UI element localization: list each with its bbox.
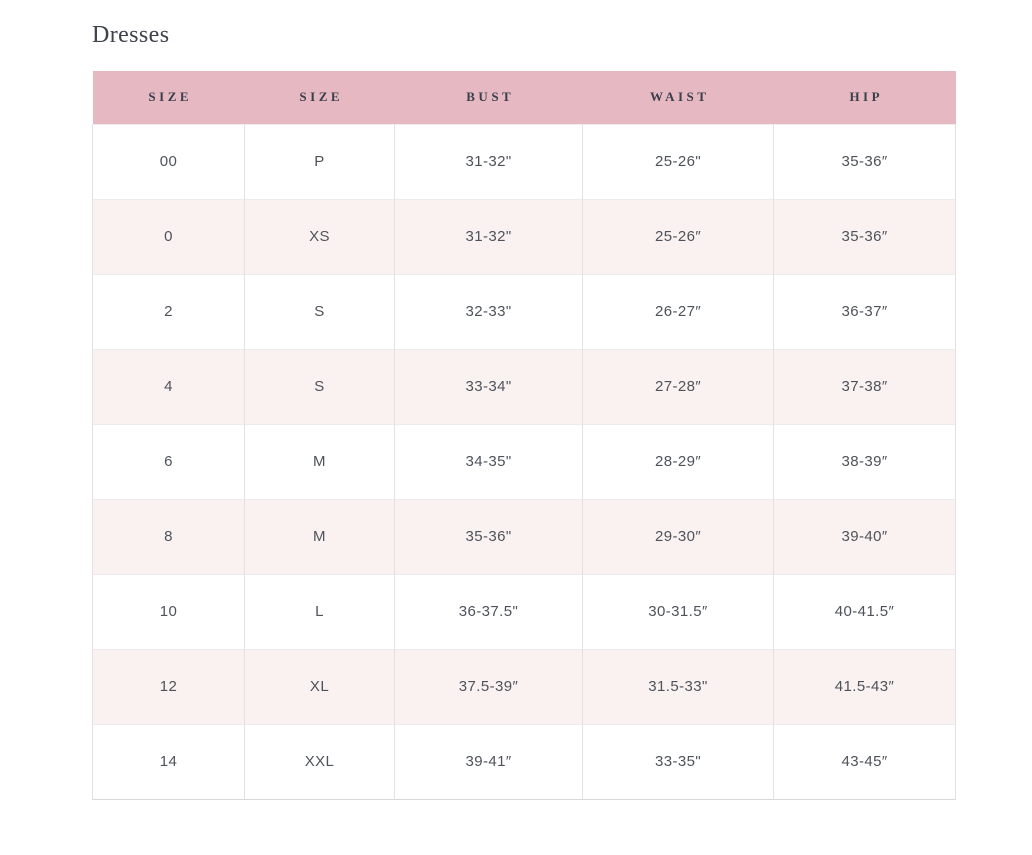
cell-hip: 40-41.5″ — [774, 574, 956, 649]
cell-waist: 31.5-33" — [583, 649, 774, 724]
table-row: 0 XS 31-32" 25-26″ 35-36″ — [93, 199, 956, 274]
table-row: 12 XL 37.5-39″ 31.5-33" 41.5-43″ — [93, 649, 956, 724]
cell-bust: 31-32" — [395, 124, 583, 199]
cell-bust: 33-34" — [395, 349, 583, 424]
cell-bust: 37.5-39″ — [395, 649, 583, 724]
table-header-row: SIZE SIZE BUST WAIST HIP — [93, 71, 956, 124]
cell-size-letter: XL — [245, 649, 395, 724]
column-header-hip: HIP — [774, 71, 956, 124]
cell-size-numeric: 0 — [93, 199, 245, 274]
table-row: 6 M 34-35" 28-29″ 38-39″ — [93, 424, 956, 499]
cell-waist: 26-27″ — [583, 274, 774, 349]
cell-size-numeric: 4 — [93, 349, 245, 424]
cell-size-letter: XS — [245, 199, 395, 274]
cell-bust: 39-41″ — [395, 724, 583, 799]
table-row: 00 P 31-32" 25-26" 35-36″ — [93, 124, 956, 199]
cell-size-letter: S — [245, 349, 395, 424]
cell-waist: 30-31.5″ — [583, 574, 774, 649]
cell-size-numeric: 10 — [93, 574, 245, 649]
cell-size-letter: M — [245, 499, 395, 574]
page-title: Dresses — [92, 20, 955, 50]
cell-size-numeric: 14 — [93, 724, 245, 799]
cell-hip: 35-36″ — [774, 199, 956, 274]
cell-size-numeric: 12 — [93, 649, 245, 724]
cell-waist: 28-29″ — [583, 424, 774, 499]
cell-hip: 39-40″ — [774, 499, 956, 574]
cell-size-letter: S — [245, 274, 395, 349]
column-header-waist: WAIST — [583, 71, 774, 124]
cell-bust: 32-33" — [395, 274, 583, 349]
cell-waist: 27-28″ — [583, 349, 774, 424]
cell-waist: 25-26" — [583, 124, 774, 199]
cell-waist: 25-26″ — [583, 199, 774, 274]
cell-waist: 29-30″ — [583, 499, 774, 574]
table-row: 8 M 35-36" 29-30″ 39-40″ — [93, 499, 956, 574]
cell-size-letter: L — [245, 574, 395, 649]
cell-size-numeric: 6 — [93, 424, 245, 499]
table-row: 4 S 33-34" 27-28″ 37-38″ — [93, 349, 956, 424]
cell-hip: 41.5-43″ — [774, 649, 956, 724]
column-header-size-letter: SIZE — [245, 71, 395, 124]
table-row: 2 S 32-33" 26-27″ 36-37″ — [93, 274, 956, 349]
cell-size-numeric: 00 — [93, 124, 245, 199]
column-header-size-numeric: SIZE — [93, 71, 245, 124]
cell-bust: 31-32" — [395, 199, 583, 274]
table-row: 10 L 36-37.5" 30-31.5″ 40-41.5″ — [93, 574, 956, 649]
column-header-bust: BUST — [395, 71, 583, 124]
cell-hip: 36-37″ — [774, 274, 956, 349]
cell-bust: 35-36" — [395, 499, 583, 574]
cell-size-letter: M — [245, 424, 395, 499]
cell-hip: 38-39″ — [774, 424, 956, 499]
table-row: 14 XXL 39-41″ 33-35" 43-45″ — [93, 724, 956, 799]
cell-bust: 34-35" — [395, 424, 583, 499]
cell-hip: 43-45″ — [774, 724, 956, 799]
cell-size-numeric: 8 — [93, 499, 245, 574]
cell-size-numeric: 2 — [93, 274, 245, 349]
cell-hip: 37-38″ — [774, 349, 956, 424]
cell-bust: 36-37.5" — [395, 574, 583, 649]
cell-size-letter: P — [245, 124, 395, 199]
cell-hip: 35-36″ — [774, 124, 956, 199]
cell-waist: 33-35" — [583, 724, 774, 799]
size-chart-table: SIZE SIZE BUST WAIST HIP 00 P 31-32" 25-… — [92, 71, 956, 800]
cell-size-letter: XXL — [245, 724, 395, 799]
size-guide-section: Dresses SIZE SIZE BUST WAIST HIP 00 P 31… — [92, 20, 955, 800]
